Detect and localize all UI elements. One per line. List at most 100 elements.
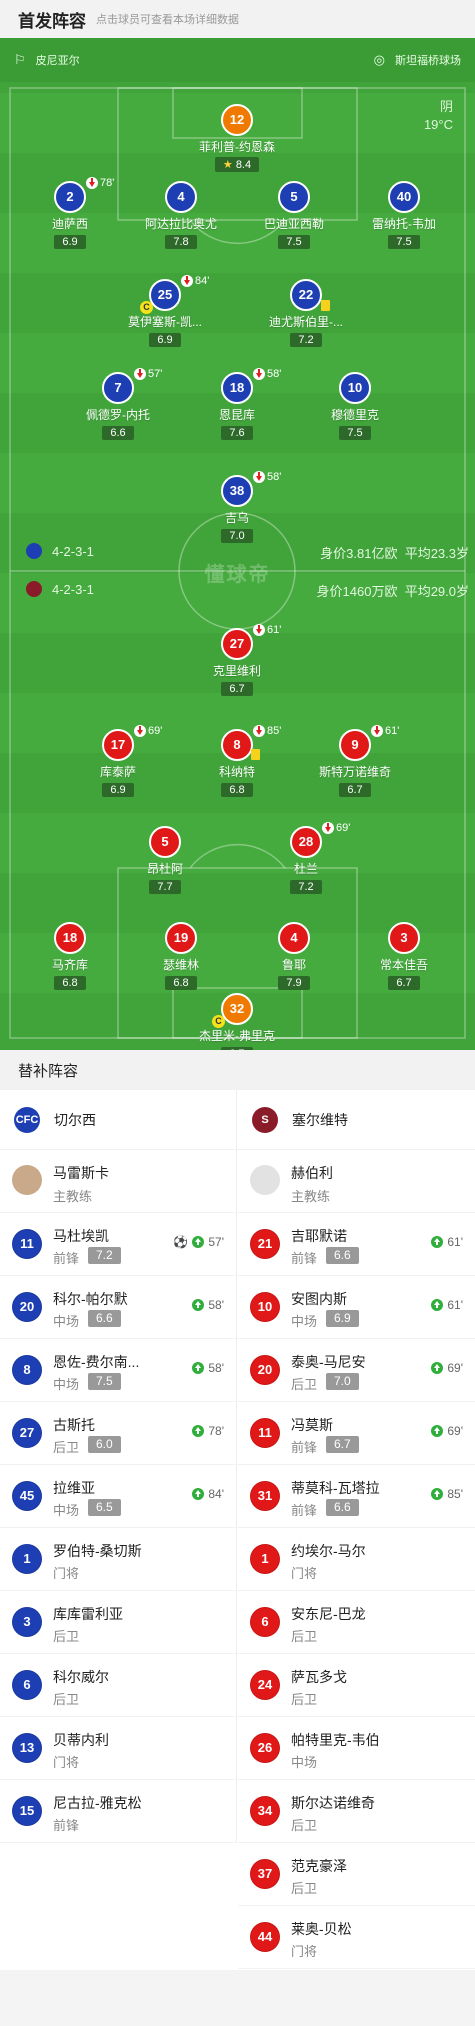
sub-minute: 61'	[385, 725, 400, 737]
sub-off-icon	[253, 725, 265, 737]
sub-on-event: 61'	[431, 1298, 463, 1312]
player-name: 安图内斯	[291, 1291, 347, 1307]
player-name: 穆德里克	[330, 408, 379, 422]
sub-minute: 69'	[336, 822, 351, 834]
sub-player-row[interactable]: 13 贝蒂内利 门将	[0, 1717, 236, 1780]
home-player[interactable]: 10 穆德里克 7.5	[295, 372, 415, 441]
yellow-card-icon	[251, 749, 260, 760]
home-player[interactable]: 5 巴迪亚西勒 7.5	[234, 181, 354, 250]
player-number: 15	[12, 1796, 42, 1826]
rating-value: 6.7	[396, 977, 412, 989]
sub-player-row[interactable]: 3 库库雷利亚 后卫	[0, 1591, 236, 1654]
sub-player-row[interactable]: 1 约埃尔-马尔 门将	[238, 1528, 475, 1591]
player-name: 帕特里克-韦伯	[291, 1732, 380, 1748]
player-rating: 6.8	[165, 976, 197, 990]
sub-player-row[interactable]: 21 吉耶默诺 前锋 6.6 61'	[238, 1213, 475, 1276]
sub-player-row[interactable]: 27 古斯托 后卫 6.0 78'	[0, 1402, 236, 1465]
rating-value: 7.8	[173, 236, 189, 248]
player-position: 门将	[291, 1566, 318, 1581]
sub-on-event: 69'	[431, 1424, 463, 1438]
away-coach-row[interactable]: 赫伯利 主教练	[238, 1150, 475, 1213]
sub-player-row[interactable]: 6 安东尼-巴龙 后卫	[238, 1591, 475, 1654]
away-team-row[interactable]: S 塞尔维特	[238, 1090, 475, 1150]
player-position: 后卫	[291, 1881, 318, 1896]
rating-value: 7.2	[298, 334, 314, 346]
player-name: 贝蒂内利	[53, 1732, 109, 1748]
player-name: 斯特万诺维奇	[318, 765, 391, 779]
sub-off-event: 61'	[253, 624, 281, 636]
sub-player-row[interactable]: 26 帕特里克-韦伯 中场	[238, 1717, 475, 1780]
away-player[interactable]: 28 69' 杜兰 7.2	[246, 822, 366, 895]
home-team-row[interactable]: CFC 切尔西	[0, 1090, 236, 1150]
home-player[interactable]: 12 菲利普-约恩森 ★ 8.4	[177, 104, 297, 173]
player-rating: 7.0	[326, 1373, 359, 1390]
player-rating: 6.9	[54, 235, 86, 249]
player-rating: 7.2	[88, 1247, 121, 1264]
away-player[interactable]: 3 常本佳吾 6.7	[344, 922, 464, 991]
away-player[interactable]: 5 昂杜阿 7.7	[105, 826, 225, 895]
yellow-card-icon	[321, 300, 330, 311]
sub-player-row[interactable]: 20 泰奥-马尼安 后卫 7.0 69'	[238, 1339, 475, 1402]
sub-player-row[interactable]: 44 莱奥-贝松 门将	[238, 1906, 475, 1969]
home-player[interactable]: 7 57' 佩德罗-内托 6.6	[58, 368, 178, 441]
sub-player-row[interactable]: 8 恩佐-费尔南... 中场 7.5 58'	[0, 1339, 236, 1402]
away-player[interactable]: 8 85' 科纳特 6.8	[177, 725, 297, 798]
sub-off-event: 61'	[371, 725, 399, 737]
home-coach-row[interactable]: 马雷斯卡 主教练	[0, 1150, 236, 1213]
player-name: 恩昆库	[218, 408, 255, 422]
away-player[interactable]: 18 马齐库 6.8	[10, 922, 130, 991]
sub-on-event: 58'	[192, 1298, 224, 1312]
sub-player-row[interactable]: 10 安图内斯 中场 6.9 61'	[238, 1276, 475, 1339]
player-name: 科尔-帕尔默	[53, 1291, 128, 1307]
sub-player-row[interactable]: 24 萨瓦多戈 后卫	[238, 1654, 475, 1717]
stadium-name: 斯坦福桥球场	[395, 55, 461, 67]
home-player[interactable]: 18 58' 恩昆库 7.6	[177, 368, 297, 441]
rating-value: 6.8	[173, 977, 189, 989]
away-player[interactable]: 4 鲁耶 7.9	[234, 922, 354, 991]
rating-value: 7.0	[229, 530, 245, 542]
sub-on-icon	[192, 1236, 205, 1248]
subs-panel: CFC 切尔西 马雷斯卡 主教练 11 马杜埃凯 前锋 7.2 ⚽ 57' 20 科尔-帕尔默…	[0, 1090, 475, 1970]
sub-player-row[interactable]: 31 蒂莫科-瓦塔拉 前锋 6.6 85'	[238, 1465, 475, 1528]
home-player[interactable]: 22 迪尤斯伯里-... 7.2	[246, 279, 366, 348]
sub-off-event: 58'	[253, 471, 281, 483]
home-player[interactable]: 25 84' C 莫伊塞斯-凯... 6.9	[105, 275, 225, 348]
sub-off-event: 84'	[181, 275, 209, 287]
sub-player-row[interactable]: 45 拉维亚 中场 6.5 84'	[0, 1465, 236, 1528]
rating-value: 6.6	[110, 427, 126, 439]
sub-player-row[interactable]: 11 马杜埃凯 前锋 7.2 ⚽ 57'	[0, 1213, 236, 1276]
player-number: 5	[149, 826, 181, 858]
sub-player-row[interactable]: 11 冯莫斯 前锋 6.7 69'	[238, 1402, 475, 1465]
home-player[interactable]: 40 雷纳托-韦加 7.5	[344, 181, 464, 250]
player-rating: 6.5	[88, 1499, 121, 1516]
player-name: 范克豪泽	[291, 1858, 347, 1874]
home-team-info: 4-2-3-1 身价3.81亿欧 平均23.3岁	[0, 543, 475, 565]
player-position: 后卫	[53, 1629, 80, 1644]
home-player[interactable]: 4 阿达拉比奥尤 7.8	[121, 181, 241, 250]
sub-player-row[interactable]: 1 罗伯特-桑切斯 门将	[0, 1528, 236, 1591]
away-player[interactable]: 19 瑟维林 6.8	[121, 922, 241, 991]
sub-player-row[interactable]: 34 斯尔达诺维奇 后卫	[238, 1780, 475, 1843]
lineup-header: 首发阵容 点击球员可查看本场详细数据	[0, 0, 475, 38]
away-player[interactable]: 9 61' 斯特万诺维奇 6.7	[295, 725, 415, 798]
sub-player-row[interactable]: 15 尼古拉-雅克松 前锋	[0, 1780, 236, 1843]
rating-value: 7.9	[286, 977, 302, 989]
servette-logo-icon: S	[252, 1106, 278, 1133]
player-rating: 7.8	[165, 235, 197, 249]
away-player[interactable]: 17 69' 库泰萨 6.9	[58, 725, 178, 798]
player-number: 11	[12, 1229, 42, 1259]
away-player[interactable]: 32C杰里米-弗里克6.7	[177, 993, 297, 1050]
player-rating: 7.7	[149, 880, 181, 894]
player-rating: 6.6	[102, 426, 134, 440]
player-name: 菲利普-约恩森	[199, 140, 275, 154]
sub-player-row[interactable]: 20 科尔-帕尔默 中场 6.6 58'	[0, 1276, 236, 1339]
away-player[interactable]: 27 61' 克里维利 6.7	[177, 624, 297, 697]
sub-player-row[interactable]: 37 范克豪泽 后卫	[238, 1843, 475, 1906]
sub-minute: 58'	[267, 471, 282, 483]
home-player[interactable]: 2 78' 迪萨西 6.9	[10, 177, 130, 250]
sub-player-row[interactable]: 6 科尔威尔 后卫	[0, 1654, 236, 1717]
home-player[interactable]: 38 58' 吉乌 7.0	[177, 471, 297, 544]
sub-minute: 78'	[100, 177, 115, 189]
player-name: 佩德罗-内托	[86, 408, 150, 422]
player-position: 中场	[53, 1314, 80, 1329]
